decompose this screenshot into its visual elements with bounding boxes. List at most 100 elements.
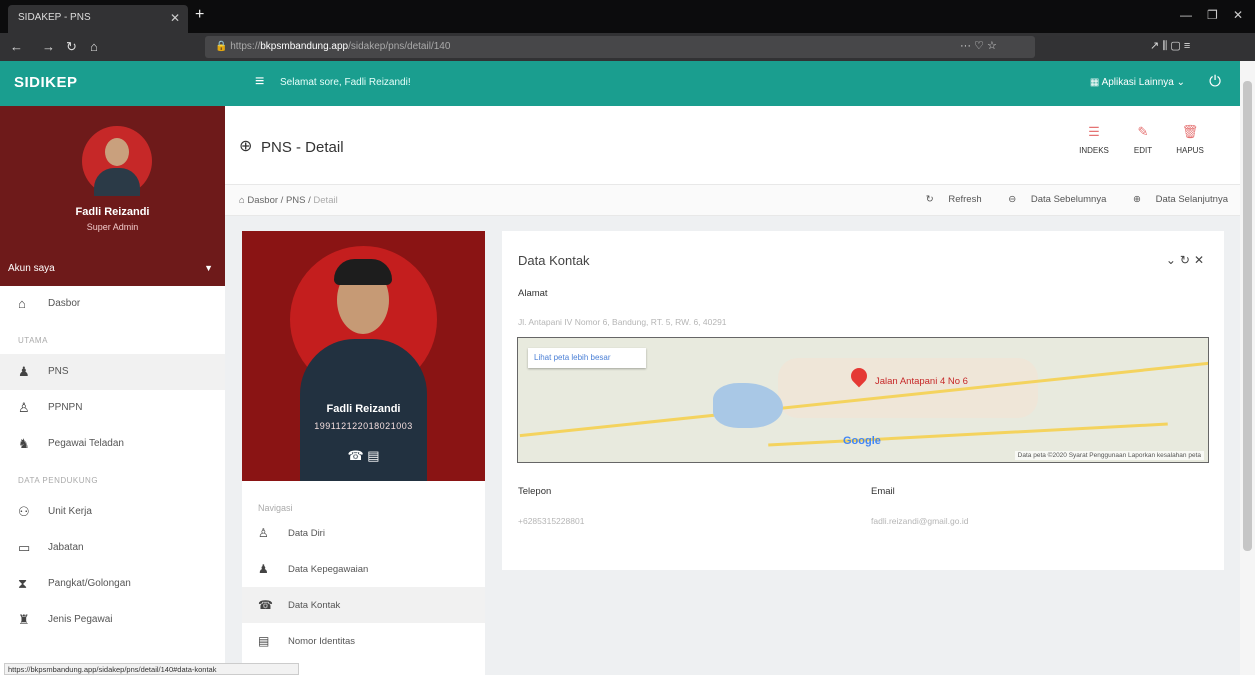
close-icon[interactable]: ✕ — [1194, 253, 1208, 267]
sitemap-icon: ⚇ — [18, 504, 30, 519]
lock-icon: 🔒 — [215, 41, 231, 52]
prev-label: Data Sebelumnya — [1030, 194, 1107, 205]
user-tie-icon: ♟ — [18, 364, 30, 379]
prev-data-button[interactable]: ⊖ Data Sebelumnya — [996, 194, 1106, 205]
hamburger-menu-icon[interactable]: ≡ — [255, 73, 264, 91]
sidebar-item-label: Pangkat/Golongan — [48, 578, 131, 589]
briefcase-icon: ▭ — [18, 540, 31, 555]
greeting-text: Selamat sore, Fadli Reizandi! — [280, 77, 411, 88]
caret-down-icon[interactable]: ▼ — [204, 263, 213, 273]
profile-name: Fadli Reizandi — [75, 206, 150, 218]
users-icon: ♜ — [18, 612, 30, 627]
sidebar-item-label: PNS — [48, 366, 69, 377]
edit-icon: ✎ — [1137, 124, 1149, 139]
breadcrumb: ⌂ Dasbor / PNS / Detail ↻ Refresh ⊖ Data… — [225, 184, 1240, 216]
nav-data-diri[interactable]: ♙ Data Diri — [242, 515, 485, 551]
apps-menu[interactable]: ▦ Aplikasi Lainnya ⌄ — [1090, 77, 1185, 88]
user-icon: ♙ — [258, 526, 269, 540]
nav-data-kontak[interactable]: ☎ Data Kontak — [242, 587, 485, 623]
scrollbar-thumb[interactable] — [1243, 81, 1252, 551]
sidebar-item-label: Jabatan — [48, 542, 84, 553]
prev-icon: ⊖ — [1008, 194, 1019, 205]
breadcrumb-dasbor[interactable]: Dasbor — [247, 195, 278, 206]
toolbar-icons[interactable]: ↗ ⫼ ▢ ≡ — [1150, 39, 1190, 53]
browser-tab[interactable]: SIDAKEP - PNS ✕ — [8, 5, 188, 33]
user-icon: ♙ — [18, 400, 30, 415]
email-label: Email — [871, 486, 895, 497]
sidebar-item-label: PPNPN — [48, 402, 83, 413]
nav-label: Nomor Identitas — [288, 636, 356, 647]
location-map[interactable]: Lihat peta lebih besar Jalan Antapani 4 … — [517, 337, 1209, 463]
new-tab-icon[interactable]: + — [195, 6, 204, 24]
breadcrumb-detail: Detail — [313, 195, 338, 206]
page-actions-icon[interactable]: ··· ♡ ☆ — [960, 39, 997, 52]
user-tie-icon: ♟ — [258, 562, 269, 576]
google-logo: Google — [843, 435, 881, 447]
sidebar-item-pangkat[interactable]: ⧗ Pangkat/Golongan — [0, 566, 225, 602]
map-footer[interactable]: Data peta ©2020 Syarat Penggunaan Lapork… — [1014, 451, 1204, 460]
refresh-button[interactable]: ↻ Refresh — [914, 194, 982, 205]
id-card-icon[interactable]: ▤ — [367, 448, 379, 463]
indeks-button[interactable]: ☰ INDEKS — [1069, 124, 1119, 155]
sidebar-item-jabatan[interactable]: ▭ Jabatan — [0, 530, 225, 566]
url-bar[interactable]: 🔒 https://bkpsmbandung.app/sidakep/pns/d… — [205, 36, 1035, 58]
sidebar-section-header: UTAMA — [18, 336, 48, 345]
edit-button[interactable]: ✎ EDIT — [1118, 124, 1168, 155]
minimize-icon[interactable]: — — [1180, 8, 1192, 22]
home-icon: ⌂ — [18, 296, 26, 311]
map-pin-label: Jalan Antapani 4 No 6 — [875, 376, 968, 387]
nav-nomor-identitas[interactable]: ▤ Nomor Identitas — [242, 623, 485, 659]
sidebar-profile: Fadli Reizandi Super Admin Akun saya ▼ — [0, 106, 225, 286]
sidebar-item-dasbor[interactable]: ⌂ Dasbor — [0, 286, 225, 322]
app-brand[interactable]: SIDIKEP — [14, 74, 78, 91]
breadcrumb-pns[interactable]: PNS — [286, 195, 306, 206]
alamat-value: Jl. Antapani IV Nomor 6, Bandung, RT. 5,… — [518, 317, 727, 327]
hapus-button[interactable]: 🗑 HAPUS — [1165, 124, 1215, 155]
card-title: Data Kontak — [518, 253, 590, 268]
sidebar-item-pns[interactable]: ♟ PNS — [0, 354, 225, 390]
sidebar-item-jenis-pegawai[interactable]: ♜ Jenis Pegawai — [0, 602, 225, 638]
data-kontak-card: Data Kontak ⌄↻✕ Alamat Jl. Antapani IV N… — [502, 231, 1224, 570]
apps-label: Aplikasi Lainnya — [1101, 77, 1174, 88]
email-value: fadli.reizandi@gmail.go.id — [871, 516, 969, 526]
power-icon[interactable]: ⏻ — [1209, 73, 1221, 90]
phone-icon[interactable]: ☎ — [347, 448, 363, 463]
employee-photo: Fadli Reizandi 199112122018021003 ☎ ▤ — [242, 231, 485, 481]
reload-icon[interactable]: ↻ — [66, 39, 77, 55]
back-icon[interactable]: ← — [10, 39, 23, 54]
home-icon[interactable]: ⌂ — [90, 39, 98, 54]
id-card-icon: ▤ — [258, 634, 270, 648]
scrollbar[interactable] — [1240, 61, 1255, 675]
status-bar-url: https://bkpsmbandung.app/sidakep/pns/det… — [4, 663, 299, 675]
telepon-value: +6285315228801 — [518, 516, 585, 526]
maximize-icon[interactable]: ❐ — [1207, 8, 1218, 22]
app-topbar: SIDIKEP ≡ Selamat sore, Fadli Reizandi! … — [0, 61, 1255, 106]
account-menu[interactable]: Akun saya — [8, 263, 55, 274]
next-icon: ⊕ — [1133, 194, 1144, 205]
close-window-icon[interactable]: ✕ — [1233, 8, 1243, 22]
forward-icon[interactable]: → — [42, 39, 55, 54]
close-tab-icon[interactable]: ✕ — [170, 11, 180, 25]
tab-title: SIDAKEP - PNS — [18, 12, 91, 23]
hapus-label: HAPUS — [1176, 146, 1204, 155]
sidebar-item-unit-kerja[interactable]: ⚇ Unit Kerja — [0, 494, 225, 530]
url-prefix: https:// — [230, 41, 261, 52]
nav-label: Data Kontak — [288, 600, 341, 611]
indeks-label: INDEKS — [1079, 146, 1109, 155]
collapse-icon[interactable]: ⌄ — [1166, 253, 1180, 267]
trash-icon: 🗑 — [1181, 124, 1199, 139]
page-header: ⊕ PNS - Detail ☰ INDEKS ✎ EDIT 🗑 HAPUS — [225, 106, 1240, 184]
next-data-button[interactable]: ⊕ Data Selanjutnya — [1121, 194, 1228, 205]
next-label: Data Selanjutnya — [1155, 194, 1228, 205]
nav-data-kepegawaian[interactable]: ♟ Data Kepegawaian — [242, 551, 485, 587]
globe-icon: ⊕ — [239, 138, 253, 155]
sidebar-item-ppnpn[interactable]: ♙ PPNPN — [0, 390, 225, 426]
sidebar-item-label: Pegawai Teladan — [48, 438, 124, 449]
edit-label: EDIT — [1133, 146, 1153, 155]
view-larger-map-link[interactable]: Lihat peta lebih besar — [528, 348, 646, 368]
employee-name: Fadli Reizandi — [326, 403, 401, 415]
refresh-icon[interactable]: ↻ — [1180, 253, 1194, 267]
browser-tabbar: SIDAKEP - PNS ✕ + — ❐ ✕ — [0, 0, 1255, 33]
sidebar-item-pegawai-teladan[interactable]: ♞ Pegawai Teladan — [0, 426, 225, 462]
sidebar-item-label: Jenis Pegawai — [48, 614, 113, 625]
